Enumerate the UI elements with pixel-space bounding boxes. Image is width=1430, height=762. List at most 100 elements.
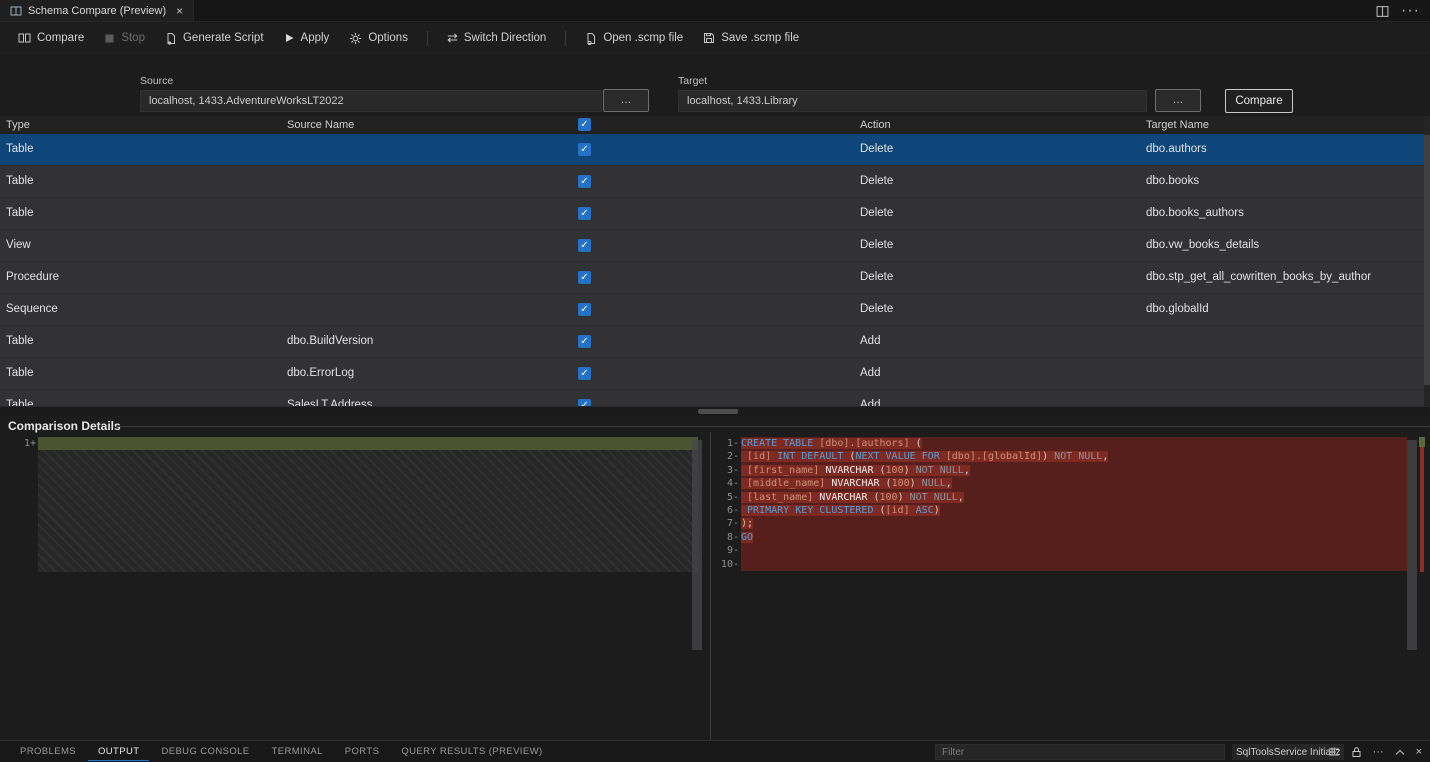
table-row[interactable]: Tabledbo.ErrorLog✓Add: [0, 358, 1424, 390]
removed-inline-highlight: [middle_name] NVARCHAR (100) NULL,: [741, 478, 952, 489]
cell-source-name: dbo.BuildVersion: [287, 335, 373, 347]
removed-line-background: PRIMARY KEY CLUSTERED ([id] ASC): [741, 504, 1407, 517]
sql-token: (: [867, 492, 879, 503]
more-actions-icon[interactable]: ···: [1401, 2, 1420, 20]
row-include-checkbox[interactable]: ✓: [578, 367, 591, 380]
tab-query-results[interactable]: QUERY RESULTS (PREVIEW): [391, 742, 552, 761]
grid-header: Type Source Name ✓ Action Target Name: [0, 116, 1424, 134]
sql-token: [dbo].[authors]: [819, 438, 915, 449]
tab-ports[interactable]: PORTS: [335, 742, 390, 761]
table-row[interactable]: TableSalesLT.Address✓Add: [0, 390, 1424, 406]
sql-token: [id]: [886, 505, 910, 516]
panel-more-actions-icon[interactable]: ···: [1373, 747, 1384, 758]
cell-type: Table: [6, 143, 34, 155]
removed-line-background: [middle_name] NVARCHAR (100) NULL,: [741, 477, 1407, 490]
split-editor-icon[interactable]: [1376, 5, 1389, 18]
code-line[interactable]: 4- [middle_name] NVARCHAR (100) NULL,: [712, 477, 1424, 490]
row-include-checkbox[interactable]: ✓: [578, 335, 591, 348]
overview-ruler: [1419, 437, 1425, 740]
code-line[interactable]: 9-: [712, 544, 1424, 557]
code-line[interactable]: 10-: [712, 558, 1424, 571]
table-row[interactable]: Procedure✓Deletedbo.stp_get_all_cowritte…: [0, 262, 1424, 294]
options-button[interactable]: Options: [339, 28, 418, 49]
sql-token: NEXT VALUE FOR: [855, 451, 939, 462]
tab-title: Schema Compare (Preview): [28, 5, 166, 17]
table-row[interactable]: View✓Deletedbo.vw_books_details: [0, 230, 1424, 262]
row-include-checkbox[interactable]: ✓: [578, 207, 591, 220]
switch-direction-button[interactable]: ⇄ Switch Direction: [437, 26, 556, 50]
cell-action: Delete: [860, 303, 893, 315]
left-line-number: 1+: [12, 437, 36, 450]
target-browse-button[interactable]: …: [1155, 89, 1201, 112]
table-row[interactable]: Table✓Deletedbo.books_authors: [0, 198, 1424, 230]
col-action[interactable]: Action: [860, 119, 891, 131]
open-scmp-button[interactable]: Open .scmp file: [575, 28, 693, 49]
row-include-checkbox[interactable]: ✓: [578, 303, 591, 316]
sql-token: INT DEFAULT: [777, 451, 843, 462]
removed-line-background: [741, 558, 1407, 571]
code-line[interactable]: 1-CREATE TABLE [dbo].[authors] (: [712, 437, 1424, 450]
tab-close-icon[interactable]: ×: [176, 4, 183, 18]
sql-token: NVARCHAR: [819, 492, 867, 503]
row-include-checkbox[interactable]: ✓: [578, 271, 591, 284]
line-number: 9-: [712, 544, 741, 557]
col-source-name[interactable]: Source Name: [287, 119, 354, 131]
compare-icon: [18, 32, 31, 44]
row-include-checkbox[interactable]: ✓: [578, 143, 591, 156]
diff-pane-divider[interactable]: [710, 432, 711, 740]
sql-token: (: [873, 465, 885, 476]
grid-scrollbar-thumb[interactable]: [1424, 135, 1430, 385]
open-file-icon: [585, 32, 597, 45]
tab-terminal[interactable]: TERMINAL: [262, 742, 333, 761]
code-line[interactable]: 3- [first_name] NVARCHAR (100) NOT NULL,: [712, 464, 1424, 477]
compare-action-button[interactable]: Compare: [1225, 89, 1293, 113]
save-scmp-button[interactable]: Save .scmp file: [693, 28, 809, 48]
cell-target-name: dbo.books_authors: [1146, 207, 1244, 219]
maximize-panel-icon[interactable]: [1395, 749, 1405, 756]
compare-toolbar-button[interactable]: Compare: [8, 28, 94, 48]
schema-compare-toolbar: Compare Stop Generate Script Apply Optio…: [0, 23, 1430, 54]
clear-output-icon[interactable]: [1328, 747, 1340, 757]
compare-label: Compare: [37, 32, 84, 44]
tab-schema-compare[interactable]: Schema Compare (Preview) ×: [0, 0, 194, 21]
tab-problems[interactable]: PROBLEMS: [10, 742, 86, 761]
tab-debug-console[interactable]: DEBUG CONSOLE: [151, 742, 259, 761]
code-line[interactable]: 6- PRIMARY KEY CLUSTERED ([id] ASC): [712, 504, 1424, 517]
table-row[interactable]: Table✓Deletedbo.authors: [0, 134, 1424, 166]
code-line[interactable]: 5- [last_name] NVARCHAR (100) NOT NULL,: [712, 491, 1424, 504]
cell-source-name: SalesLT.Address: [287, 399, 372, 406]
apply-button[interactable]: Apply: [274, 28, 340, 48]
source-input[interactable]: [140, 90, 602, 112]
schema-compare-tab-icon: [10, 5, 22, 17]
sash-handle[interactable]: [698, 409, 738, 414]
code-line[interactable]: 7-);: [712, 517, 1424, 530]
save-scmp-label: Save .scmp file: [721, 32, 799, 44]
row-include-checkbox[interactable]: ✓: [578, 399, 591, 406]
table-row[interactable]: Table✓Deletedbo.books: [0, 166, 1424, 198]
col-type[interactable]: Type: [6, 119, 30, 131]
right-pane-scrollbar-thumb[interactable]: [1407, 440, 1417, 650]
cell-action: Delete: [860, 207, 893, 219]
line-number: 1-: [712, 437, 741, 450]
close-panel-icon[interactable]: ×: [1416, 747, 1422, 758]
select-all-checkbox[interactable]: ✓: [578, 118, 591, 131]
output-filter-input[interactable]: [935, 744, 1225, 760]
generate-script-label: Generate Script: [183, 32, 264, 44]
table-row[interactable]: Sequence✓Deletedbo.globalId: [0, 294, 1424, 326]
lock-icon[interactable]: [1351, 746, 1362, 758]
code-line[interactable]: 2- [id] INT DEFAULT (NEXT VALUE FOR [dbo…: [712, 450, 1424, 463]
code-line[interactable]: 8-GO: [712, 531, 1424, 544]
toolbar-separator: [427, 31, 428, 46]
generate-script-button[interactable]: Generate Script: [155, 28, 274, 49]
left-pane-scrollbar-thumb[interactable]: [692, 440, 702, 650]
target-input[interactable]: [678, 90, 1147, 112]
diff-right-pane[interactable]: 1-CREATE TABLE [dbo].[authors] (2- [id] …: [712, 437, 1424, 740]
sql-token: PRIMARY KEY CLUSTERED: [747, 505, 873, 516]
col-target-name[interactable]: Target Name: [1146, 119, 1209, 131]
row-include-checkbox[interactable]: ✓: [578, 175, 591, 188]
row-include-checkbox[interactable]: ✓: [578, 239, 591, 252]
table-row[interactable]: Tabledbo.BuildVersion✓Add: [0, 326, 1424, 358]
source-browse-button[interactable]: …: [603, 89, 649, 112]
tab-output[interactable]: OUTPUT: [88, 742, 149, 761]
diff-left-pane[interactable]: 1+: [8, 437, 698, 740]
